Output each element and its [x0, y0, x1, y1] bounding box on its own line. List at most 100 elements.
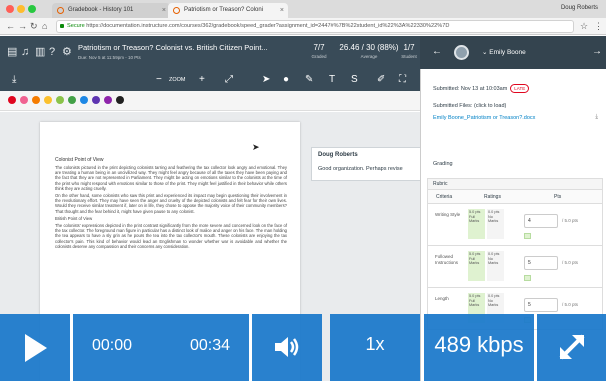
color-swatch-yellow[interactable]: [44, 96, 52, 104]
essay-paragraph: The colonists pictured in the print depi…: [55, 165, 287, 191]
highlight-tool-icon[interactable]: ✎: [305, 73, 313, 87]
strikeout-tool-icon[interactable]: S: [351, 73, 358, 87]
volume-button[interactable]: [252, 314, 322, 381]
canvas-favicon-icon: [57, 7, 64, 14]
average-score: 26.46 / 30 (88%) Average: [339, 43, 399, 59]
browser-tab-bar: Gradebook - History 101 × Patriotism or …: [0, 0, 606, 18]
rubric-points-total: / 5.0 pts: [562, 218, 579, 223]
student-select[interactable]: ⌄ Emily Boone: [474, 44, 582, 61]
rubric-title: Rubric: [427, 178, 603, 190]
play-icon: [25, 334, 47, 362]
playback-speed: 1x: [365, 334, 385, 354]
essay-heading: Colonist Point of View: [55, 157, 104, 163]
rubric-points-total: / 5.0 pts: [562, 260, 579, 265]
assignment-title[interactable]: Patriotism or Treason? Colonist vs. Brit…: [78, 43, 293, 52]
student-name: Emily Boone: [489, 49, 526, 56]
rubric-rating-full[interactable]: 5.0 pts Full Marks: [468, 251, 485, 281]
rubric-points-input[interactable]: 4: [524, 214, 558, 228]
pointer-tool-icon[interactable]: ➤: [262, 73, 270, 87]
rubric-rating-none[interactable]: 0.0 pts No Marks: [487, 251, 504, 281]
play-button[interactable]: [0, 314, 70, 381]
close-tab-icon[interactable]: ×: [280, 3, 284, 18]
rubric-criteria: Length: [435, 296, 449, 301]
previous-student-arrow-icon[interactable]: ←: [432, 46, 442, 57]
rubric-points-input[interactable]: 5: [524, 256, 558, 270]
lock-icon: [60, 24, 64, 28]
url-field[interactable]: Secure https://documentation.instructure…: [56, 20, 574, 33]
close-window-icon[interactable]: [6, 5, 14, 13]
color-swatch-black[interactable]: [116, 96, 124, 104]
rubric-rating-full[interactable]: 5.0 pts Full Marks: [468, 209, 485, 239]
bookmark-star-icon[interactable]: ☆: [580, 20, 588, 32]
playback-speed-button[interactable]: 1x: [330, 314, 420, 381]
point-annotation-icon[interactable]: ●: [283, 73, 289, 87]
essay-paragraph: On the other hand, some colonists who sa…: [55, 193, 287, 214]
browser-tab-gradebook[interactable]: Gradebook - History 101 ×: [52, 3, 170, 18]
submitted-file-link[interactable]: Emily Boone_Patriotism or Treason?.docx: [433, 115, 595, 121]
rubric-rating-none[interactable]: 0.0 pts No Marks: [487, 209, 504, 239]
color-swatch-purple[interactable]: [104, 96, 112, 104]
next-student-arrow-icon[interactable]: →: [592, 46, 602, 57]
area-tool-icon[interactable]: ⛶: [399, 73, 406, 87]
reload-icon[interactable]: ↻: [30, 20, 38, 32]
url-text: https://documentation.instructure.com/co…: [86, 23, 450, 29]
forward-arrow-icon[interactable]: →: [18, 20, 27, 32]
notifications-icon[interactable]: ♫: [21, 45, 29, 59]
zoom-label: ZOOM: [169, 77, 186, 83]
submitted-files-label: Submitted Files: (click to load): [433, 103, 507, 109]
annotation-toolbar: ⤓ − ZOOM + ⤢ ➤ ● ✎ T S ✐ ⛶: [0, 69, 420, 91]
color-swatch-orange[interactable]: [32, 96, 40, 104]
color-swatch-red[interactable]: [8, 96, 16, 104]
browser-profile-name[interactable]: Doug Roberts: [561, 5, 598, 11]
bitrate-button[interactable]: 489 kbps: [424, 314, 534, 381]
total-time: 00:34: [190, 337, 231, 354]
expand-icon[interactable]: ⤢: [225, 73, 233, 87]
browser-menu-icon[interactable]: ⋮: [594, 20, 603, 32]
text-tool-icon[interactable]: T: [329, 73, 335, 87]
settings-gear-icon[interactable]: ⚙: [62, 45, 72, 59]
rubric-points-input[interactable]: 5: [524, 298, 558, 312]
assignment-due-date: Due: Nov 5 at 11:59pm - 10 Pts: [78, 55, 141, 60]
rubric-col-criteria: Criteria: [436, 194, 453, 200]
statistics-icon[interactable]: ▥: [35, 45, 45, 59]
download-icon[interactable]: ⤓: [12, 73, 16, 87]
annotation-comment[interactable]: Doug Roberts Good organization. Perhaps …: [311, 147, 420, 181]
gradebook-icon[interactable]: ▤: [7, 45, 17, 59]
minimize-window-icon[interactable]: [17, 5, 25, 13]
download-icon[interactable]: ⤓: [595, 114, 598, 121]
comment-toggle-icon[interactable]: [524, 275, 531, 281]
color-swatch-green[interactable]: [68, 96, 76, 104]
grading-heading: Grading: [433, 161, 453, 167]
browser-tab-speedgrader[interactable]: Patriotism or Treason? Coloni ×: [168, 3, 288, 18]
secure-label: Secure: [67, 23, 85, 29]
rubric-row: Followed Instructions 5.0 pts Full Marks…: [427, 246, 603, 288]
zoom-out-icon[interactable]: −: [156, 73, 162, 87]
color-swatch-blue[interactable]: [80, 96, 88, 104]
rubric-header-row: Criteria Ratings Pts: [427, 190, 603, 204]
color-swatch-indigo[interactable]: [92, 96, 100, 104]
volume-icon: [275, 337, 299, 357]
home-icon[interactable]: ⌂: [42, 20, 47, 32]
color-palette: [0, 91, 420, 111]
back-arrow-icon[interactable]: ←: [6, 20, 15, 32]
rubric-col-ratings: Ratings: [484, 194, 501, 200]
close-tab-icon[interactable]: ×: [162, 3, 166, 18]
fullscreen-button[interactable]: [537, 314, 606, 381]
zoom-in-icon[interactable]: +: [199, 73, 205, 87]
draw-tool-icon[interactable]: ✐: [377, 73, 385, 87]
help-icon[interactable]: ?: [49, 45, 55, 59]
color-swatch-pink[interactable]: [20, 96, 28, 104]
essay-paragraph: The colonists' expressions depicted in t…: [55, 223, 287, 249]
video-player-controls: 00:00 00:34 1x 489 kbps: [0, 314, 606, 381]
maximize-window-icon[interactable]: [28, 5, 36, 13]
playback-time[interactable]: 00:00 00:34: [73, 314, 249, 381]
rubric-criteria: Followed Instructions: [435, 254, 459, 265]
bitrate: 489 kbps: [434, 332, 524, 357]
status-badge: LATE: [510, 84, 530, 93]
color-swatch-lightgreen[interactable]: [56, 96, 64, 104]
avatar: [454, 45, 469, 60]
comment-toggle-icon[interactable]: [524, 233, 531, 239]
comment-text: Good organization. Perhaps revise: [318, 166, 403, 172]
essay-paragraph: British Point of View: [55, 215, 93, 221]
tab-title: Gradebook - History 101: [68, 7, 134, 13]
